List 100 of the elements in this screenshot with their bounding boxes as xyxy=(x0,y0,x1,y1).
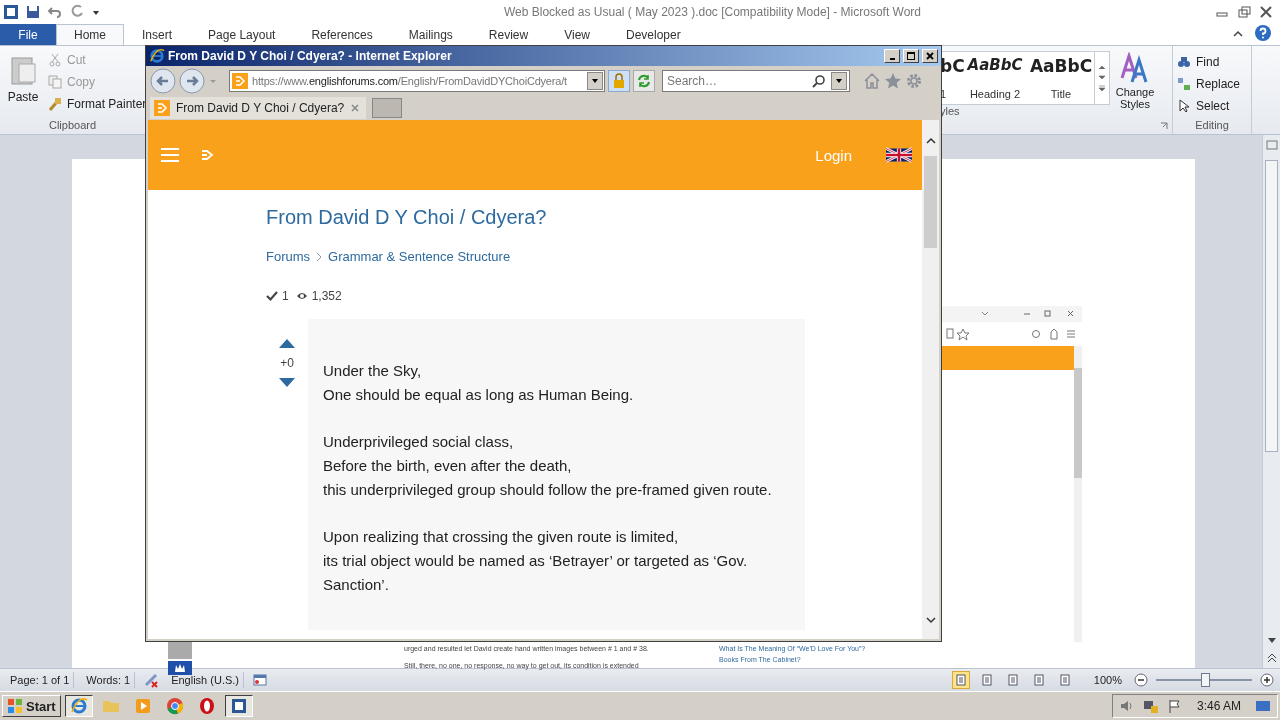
editing-command[interactable]: Find xyxy=(1175,52,1249,71)
scrollbar-thumb[interactable] xyxy=(1265,160,1278,452)
minimize-button[interactable] xyxy=(884,49,900,63)
vote-count: +0 xyxy=(280,356,294,370)
home-icon[interactable] xyxy=(863,72,881,90)
zoom-in-icon[interactable] xyxy=(1260,673,1274,687)
breadcrumb-link[interactable]: Grammar & Sentence Structure xyxy=(328,249,511,264)
scrollbar-thumb[interactable] xyxy=(924,156,937,248)
flag-icon[interactable] xyxy=(1166,698,1183,714)
maximize-icon xyxy=(906,51,916,61)
windows-logo-icon xyxy=(7,698,23,714)
menu-icon[interactable] xyxy=(160,145,180,165)
editing-command[interactable]: Replace xyxy=(1175,74,1249,93)
post-text: Upon realizing that crossing the given route is limited, xyxy=(323,527,680,547)
ruler-toggle-icon[interactable] xyxy=(1264,138,1279,152)
zoom-out-icon[interactable] xyxy=(1134,673,1148,687)
window-title: From David D Y Choi / Cdyera? - Internet Explorer xyxy=(168,49,452,63)
post-text: its trial object would be named as ‘Betrayer’ or targeted as ‘Gov. Sanction’. xyxy=(323,551,749,595)
opera-icon xyxy=(197,697,216,715)
language-indicator[interactable]: English (U.S.) xyxy=(167,672,244,688)
close-tab-icon[interactable] xyxy=(350,103,361,113)
maximize-button[interactable] xyxy=(903,49,919,63)
search-icon[interactable] xyxy=(812,74,826,88)
dialog-launcher-icon[interactable] xyxy=(1160,122,1168,130)
page-view-icon xyxy=(1006,674,1019,686)
back-button[interactable] xyxy=(150,68,176,94)
paintbrush-icon xyxy=(48,96,62,111)
speaker-icon[interactable] xyxy=(1118,698,1135,714)
page-view-icon xyxy=(980,674,993,686)
group-label: Clipboard xyxy=(47,119,98,133)
upvote-icon[interactable] xyxy=(279,339,295,348)
new-tab-button[interactable] xyxy=(372,98,403,118)
dropdown-button[interactable] xyxy=(587,72,603,90)
zoom-slider-thumb[interactable] xyxy=(1201,673,1210,687)
redo-icon[interactable] xyxy=(69,4,85,20)
ribbon-tab[interactable]: Developer xyxy=(607,24,699,45)
document-scrollbar[interactable] xyxy=(1262,135,1280,668)
ribbon-tab[interactable]: Mailings xyxy=(390,24,471,45)
change-styles-button[interactable]: Change Styles xyxy=(1110,46,1160,134)
network-icon[interactable] xyxy=(1142,698,1159,714)
gallery-scroll[interactable] xyxy=(1094,52,1108,104)
ribbon-tab[interactable]: Home xyxy=(56,24,124,45)
clock[interactable]: 3:46 AM xyxy=(1190,699,1247,713)
search-field[interactable]: Search… xyxy=(662,70,850,92)
proofing-icon[interactable] xyxy=(143,672,160,688)
forward-button[interactable] xyxy=(179,68,205,94)
word-app-icon[interactable] xyxy=(3,4,19,20)
save-icon[interactable] xyxy=(25,4,41,20)
taskbar-app[interactable] xyxy=(224,695,253,717)
start-button[interactable]: Start xyxy=(2,695,61,717)
word-count[interactable]: Words: 1 xyxy=(82,672,136,688)
close-icon[interactable] xyxy=(1258,4,1274,20)
downvote-icon[interactable] xyxy=(279,378,295,387)
media-player-icon xyxy=(133,697,152,715)
browser-tab[interactable]: From David D Y Choi / Cdyera? xyxy=(150,97,367,119)
help-icon[interactable] xyxy=(1254,24,1272,42)
page-count[interactable]: Page: 1 of 1 xyxy=(6,672,75,688)
dropdown-button[interactable] xyxy=(831,72,847,90)
taskbar-app[interactable] xyxy=(64,695,93,717)
scroll-up-icon[interactable] xyxy=(925,136,936,146)
minimize-icon xyxy=(889,58,895,60)
copy-icon xyxy=(48,74,62,89)
post-text: Before the birth, even after the death, xyxy=(323,456,573,476)
uk-flag-icon[interactable] xyxy=(886,147,912,163)
zoom-level[interactable]: 100% xyxy=(1081,672,1126,688)
post-text: this underprivileged group should follow the pre-framed given route. xyxy=(323,480,773,500)
paste-button[interactable]: Paste xyxy=(4,50,42,114)
refresh-button[interactable] xyxy=(633,70,655,92)
ribbon-tab[interactable]: Review xyxy=(470,24,547,45)
post-text: One should be equal as long as Human Being. xyxy=(323,385,635,405)
group-label: Editing xyxy=(1194,119,1230,133)
browser-icon xyxy=(165,697,184,715)
show-desktop-icon[interactable] xyxy=(1255,698,1271,714)
view-count: 1,352 xyxy=(311,289,342,303)
ribbon-tab[interactable]: View xyxy=(546,24,608,45)
ribbon-tab[interactable]: Insert xyxy=(124,24,191,45)
clipboard-command[interactable]: Format Painter xyxy=(46,94,149,113)
undo-icon[interactable] xyxy=(47,4,63,20)
security-lock-button[interactable] xyxy=(608,70,630,92)
close-button[interactable] xyxy=(922,49,938,63)
macro-icon[interactable] xyxy=(252,672,268,688)
site-logo-icon[interactable] xyxy=(200,147,216,163)
eye-icon xyxy=(295,290,308,302)
breadcrumb-chevron-icon xyxy=(316,251,323,262)
scroll-down-icon[interactable] xyxy=(925,615,936,625)
restore-icon[interactable] xyxy=(1236,4,1252,20)
breadcrumb-link[interactable]: Forums xyxy=(266,249,311,264)
page-view-icon xyxy=(954,674,967,686)
binoculars-icon xyxy=(1177,54,1191,69)
ribbon-tab[interactable]: Page Layout xyxy=(190,24,294,45)
settings-icon[interactable] xyxy=(905,72,923,90)
ribbon-tab[interactable]: References xyxy=(293,24,391,45)
editing-command[interactable]: Select xyxy=(1175,96,1249,115)
view-button[interactable] xyxy=(951,671,970,689)
cursor-icon xyxy=(1177,98,1191,113)
star-icon[interactable] xyxy=(884,72,902,90)
file-tab[interactable]: File xyxy=(0,24,56,45)
style-option[interactable]: AaBbC Title xyxy=(1028,52,1094,104)
page-scrollbar[interactable] xyxy=(922,120,939,639)
address-bar[interactable]: https://www.englishforums.com/English/FromDavidDYChoiCdyera/t xyxy=(229,70,605,92)
